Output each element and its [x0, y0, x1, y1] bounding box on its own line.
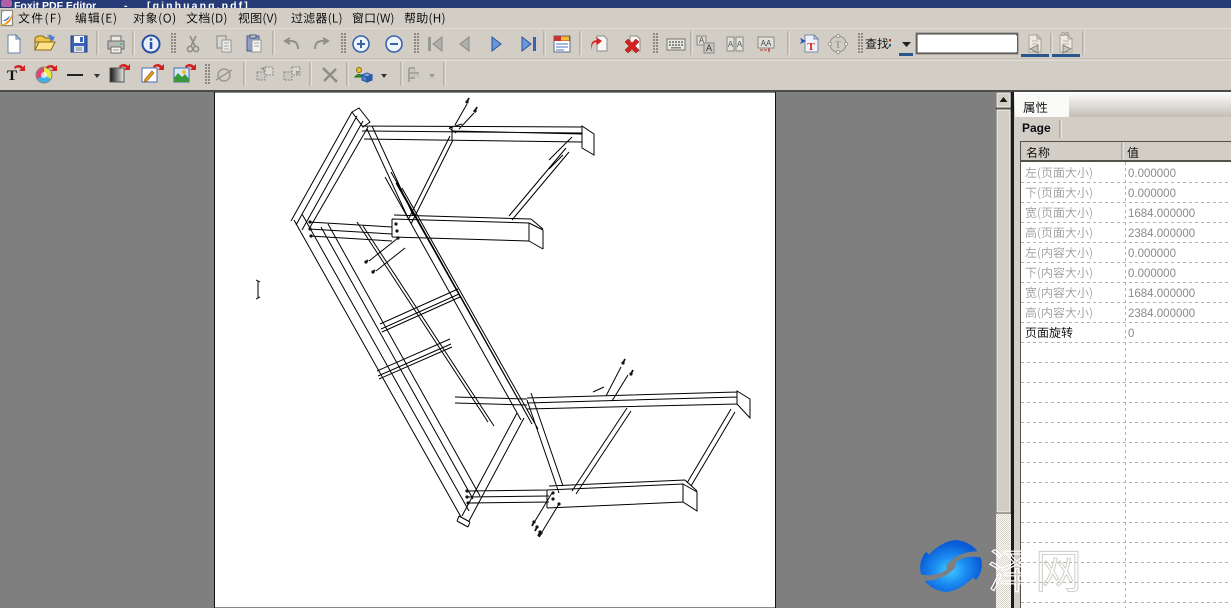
svg-text:T: T [835, 40, 842, 51]
svg-text:0.000000: 0.000000 [1128, 168, 1176, 180]
svg-text:1684.000000: 1684.000000 [1128, 288, 1195, 300]
svg-text:1684.000000: 1684.000000 [1128, 208, 1195, 220]
svg-text:T: T [7, 68, 17, 84]
svg-text:A: A [706, 43, 712, 53]
svg-text:T: T [807, 41, 815, 53]
svg-text:2384.000000: 2384.000000 [1128, 308, 1195, 320]
svg-text:0: 0 [1128, 328, 1134, 340]
svg-text:A: A [728, 40, 734, 49]
svg-text:2384.000000: 2384.000000 [1128, 228, 1195, 240]
svg-text:Page: Page [1022, 121, 1051, 135]
svg-text:0.000000: 0.000000 [1128, 188, 1176, 200]
svg-text:0.000000: 0.000000 [1128, 248, 1176, 260]
svg-text:A: A [737, 40, 743, 49]
svg-text:0.000000: 0.000000 [1128, 268, 1176, 280]
svg-text:AA: AA [761, 39, 772, 48]
